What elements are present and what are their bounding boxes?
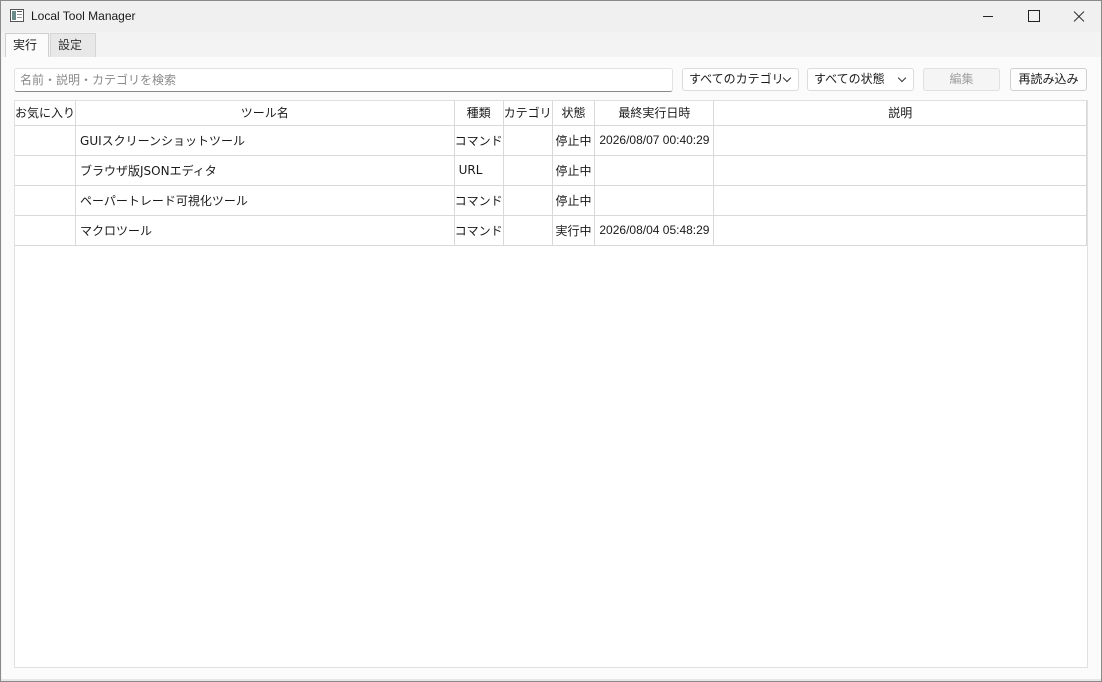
tool-name-cell: GUIスクリーンショットツール — [75, 125, 455, 156]
search-input[interactable] — [14, 68, 673, 92]
column-header-description[interactable]: 説明 — [713, 101, 1087, 126]
tool-table: お気に入り ツール名 種類 カテゴリ 状態 最終実行日時 説明 GUIスクリーン… — [14, 100, 1088, 668]
favorite-cell[interactable] — [15, 125, 77, 156]
state-cell: 停止中 — [552, 185, 596, 216]
tool-name-cell: マクロツール — [75, 215, 455, 246]
state-cell: 実行中 — [552, 215, 596, 246]
type-cell: コマンド — [454, 185, 504, 216]
state-cell: 停止中 — [552, 125, 596, 156]
title-bar[interactable]: Local Tool Manager — [1, 1, 1101, 32]
table-header-row: お気に入り ツール名 種類 カテゴリ 状態 最終実行日時 説明 — [15, 101, 1087, 126]
state-filter-value: すべての状態 — [814, 72, 885, 86]
category-filter-select[interactable]: すべてのカテゴリ — [682, 68, 799, 91]
table-row[interactable]: マクロツール コマンド 実行中 2026/08/04 05:48:29 — [15, 215, 1087, 246]
reload-button[interactable]: 再読み込み — [1010, 68, 1087, 91]
table-row[interactable]: ペーパートレード可視化ツール コマンド 停止中 — [15, 185, 1087, 216]
app-window: Local Tool Manager 実行 設定 すべてのカテゴリ すべての状態… — [0, 0, 1102, 682]
tab-settings[interactable]: 設定 — [50, 33, 96, 57]
tab-run[interactable]: 実行 — [5, 33, 49, 58]
column-header-name[interactable]: ツール名 — [75, 101, 455, 126]
last-run-cell — [594, 155, 715, 186]
category-filter-value: すべてのカテゴリ — [689, 72, 784, 86]
favorite-cell[interactable] — [15, 215, 77, 246]
description-cell — [713, 215, 1087, 246]
category-cell — [503, 215, 553, 246]
edit-button[interactable]: 編集 — [923, 68, 1000, 91]
chevron-down-icon — [782, 73, 792, 83]
state-cell: 停止中 — [552, 155, 596, 186]
last-run-cell: 2026/08/04 05:48:29 — [594, 215, 715, 246]
type-cell: コマンド — [454, 215, 504, 246]
app-icon — [10, 9, 24, 22]
column-header-last-run[interactable]: 最終実行日時 — [594, 101, 715, 126]
table-row[interactable]: GUIスクリーンショットツール コマンド 停止中 2026/08/07 00:4… — [15, 125, 1087, 156]
column-header-type[interactable]: 種類 — [454, 101, 504, 126]
category-cell — [503, 185, 553, 216]
window-title: Local Tool Manager — [31, 9, 136, 23]
chevron-down-icon — [897, 73, 907, 83]
description-cell — [713, 185, 1087, 216]
status-strip — [1, 679, 1101, 681]
column-header-category[interactable]: カテゴリ — [503, 101, 553, 126]
last-run-cell: 2026/08/07 00:40:29 — [594, 125, 715, 156]
tool-name-cell: ペーパートレード可視化ツール — [75, 185, 455, 216]
favorite-cell[interactable] — [15, 185, 77, 216]
tool-name-cell: ブラウザ版JSONエディタ — [75, 155, 455, 186]
category-cell — [503, 155, 553, 186]
type-cell: URL — [454, 155, 504, 186]
maximize-icon[interactable] — [1010, 1, 1056, 32]
favorite-cell[interactable] — [15, 155, 77, 186]
tab-bar: 実行 設定 — [1, 32, 1101, 58]
category-cell — [503, 125, 553, 156]
column-header-state[interactable]: 状態 — [552, 101, 596, 126]
state-filter-select[interactable]: すべての状態 — [807, 68, 914, 91]
minimize-icon[interactable] — [965, 1, 1011, 32]
run-panel: すべてのカテゴリ すべての状態 編集 再読み込み お気に入り ツール名 種類 — [2, 57, 1101, 681]
description-cell — [713, 155, 1087, 186]
type-cell: コマンド — [454, 125, 504, 156]
last-run-cell — [594, 185, 715, 216]
column-header-favorite[interactable]: お気に入り — [15, 101, 77, 126]
close-icon[interactable] — [1055, 1, 1101, 32]
description-cell — [713, 125, 1087, 156]
table-row[interactable]: ブラウザ版JSONエディタ URL 停止中 — [15, 155, 1087, 186]
